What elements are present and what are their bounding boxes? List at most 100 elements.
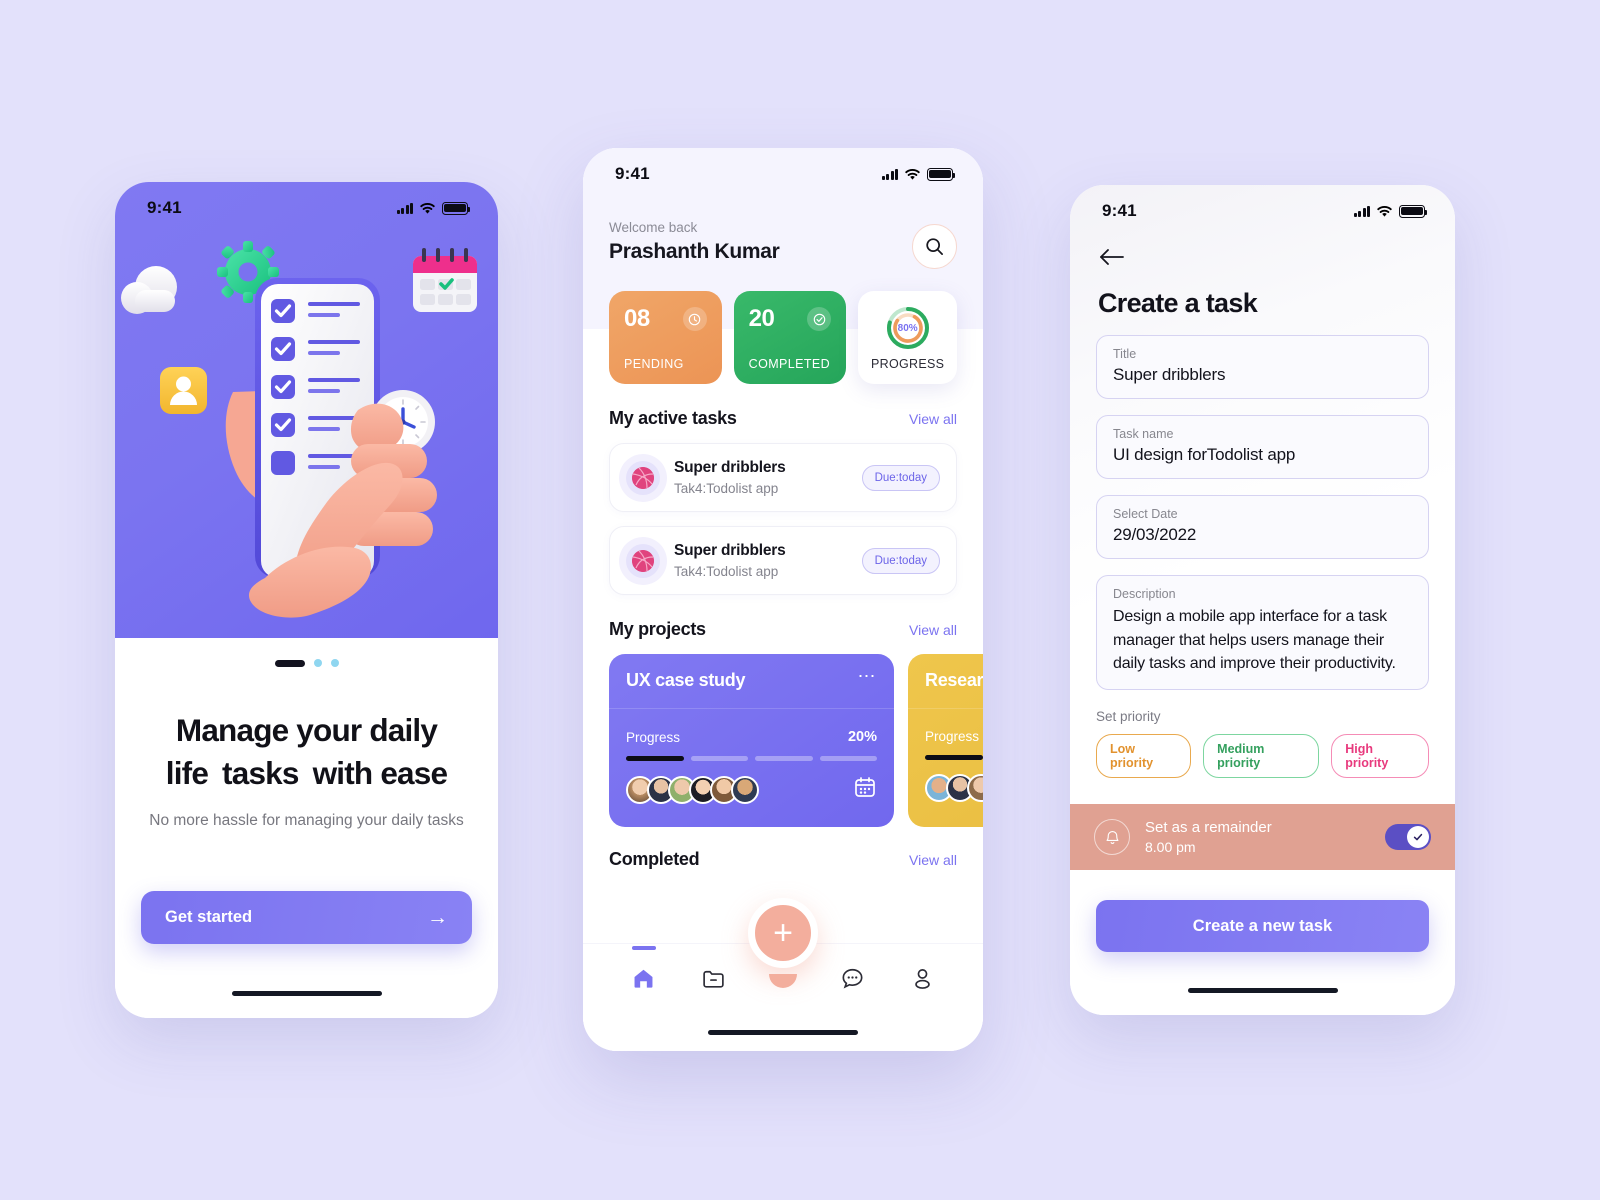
- reminder-toggle[interactable]: [1385, 824, 1431, 851]
- check-icon: [1413, 833, 1423, 841]
- stats-row: 08 PENDING 20 COMPLETED 80% PROGRESS: [583, 269, 983, 384]
- title-line-1: Manage your daily: [175, 712, 438, 748]
- search-button[interactable]: [912, 224, 957, 269]
- priority-low-button[interactable]: Low priority: [1096, 734, 1192, 779]
- projects-heading: My projects: [609, 619, 706, 639]
- arrow-left-icon: [1100, 249, 1124, 265]
- title-field-value: Super dribblers: [1113, 365, 1226, 384]
- task-subtitle: Tak4:Todolist app: [674, 481, 779, 496]
- reminder-title: Set as a remainder: [1145, 819, 1272, 837]
- select-date-field-label: Select Date: [1113, 507, 1178, 521]
- battery-full-icon: [927, 167, 956, 181]
- arrow-right-icon: →: [427, 905, 448, 929]
- home-icon: [634, 969, 653, 988]
- task-row[interactable]: Super dribblers Tak4:Todolist app Due:to…: [609, 526, 957, 595]
- task-title: Super dribblers: [674, 459, 786, 476]
- task-name-field[interactable]: Task name UI design forTodolist app: [1096, 415, 1429, 479]
- title-field-label: Title: [1113, 347, 1137, 361]
- hero-illustration: [121, 241, 477, 618]
- project-progress-label: Progress: [925, 729, 980, 744]
- stat-progress-label: PROGRESS: [871, 357, 945, 371]
- tab-folder[interactable]: [693, 960, 733, 996]
- home-header: 9:41 Welcome back Prashanth Kumar 08 PEN…: [583, 148, 983, 384]
- welcome-greeting: Welcome back: [609, 220, 698, 235]
- tab-profile[interactable]: [902, 960, 942, 996]
- onboarding-hero: 9:41: [115, 182, 498, 638]
- search-icon: [926, 238, 943, 255]
- stat-card-pending[interactable]: 08 PENDING: [609, 291, 722, 384]
- task-subtitle: Tak4:Todolist app: [674, 564, 779, 579]
- task-due-badge[interactable]: Due:today: [861, 464, 940, 491]
- more-horizontal-icon[interactable]: ⋯: [858, 667, 878, 684]
- progress-segments: [925, 755, 983, 760]
- priority-medium-button[interactable]: Medium priority: [1203, 734, 1320, 779]
- add-task-fab[interactable]: +: [748, 898, 818, 968]
- description-field-label: Description: [1113, 587, 1176, 601]
- task-due-badge[interactable]: Due:today: [861, 547, 940, 574]
- tab-home[interactable]: [624, 946, 664, 996]
- select-date-field-value: 29/03/2022: [1113, 525, 1197, 544]
- cellular-signal-icon: [1353, 205, 1370, 217]
- priority-options: Low priority Medium priority High priori…: [1096, 734, 1429, 779]
- tab-chat[interactable]: [833, 960, 873, 996]
- stat-completed-value: 20: [748, 305, 775, 332]
- phone-create-task: 9:41 Create a task Title Super dribblers…: [1070, 185, 1455, 1015]
- priority-high-button[interactable]: High priority: [1331, 734, 1429, 779]
- active-tasks-view-all[interactable]: View all: [909, 411, 957, 427]
- stat-card-completed[interactable]: 20 COMPLETED: [733, 291, 847, 384]
- project-name: UX case study: [626, 670, 746, 690]
- contact-icon: [160, 367, 207, 414]
- projects-view-all[interactable]: View all: [909, 622, 957, 638]
- stat-completed-label: COMPLETED: [748, 357, 831, 371]
- pagination-dot-2[interactable]: [313, 659, 322, 667]
- project-progress-value: 20%: [847, 729, 877, 745]
- project-card[interactable]: UX case study ⋯ Progress 20%: [609, 654, 894, 827]
- status-bar: 9:41: [583, 148, 983, 194]
- page-title: Manage your daily life tasks with ease: [115, 709, 498, 796]
- bottom-tab-bar: +: [583, 898, 983, 1051]
- task-title: Super dribblers: [674, 542, 786, 559]
- wifi-icon: [1377, 205, 1392, 217]
- check-circle-icon: [807, 307, 832, 331]
- reminder-time: 8.00 pm: [1145, 839, 1196, 856]
- get-started-label: Get started: [165, 908, 253, 926]
- stat-pending-label: PENDING: [624, 357, 684, 371]
- project-card[interactable]: Research ⋯ Progress: [908, 654, 983, 827]
- project-members: [626, 775, 759, 804]
- title-field[interactable]: Title Super dribblers: [1096, 335, 1429, 399]
- description-field[interactable]: Description Design a mobile app interfac…: [1096, 575, 1429, 691]
- back-button[interactable]: [1098, 247, 1130, 272]
- status-time: 9:41: [615, 164, 650, 183]
- welcome-block: Welcome back Prashanth Kumar: [583, 194, 983, 269]
- active-tasks-heading: My active tasks: [609, 408, 737, 428]
- task-row[interactable]: Super dribblers Tak4:Todolist app Due:to…: [609, 443, 957, 512]
- select-date-field[interactable]: Select Date 29/03/2022: [1096, 495, 1429, 559]
- onboarding-content: Manage your daily life tasks with ease N…: [115, 638, 498, 1018]
- completed-view-all[interactable]: View all: [909, 852, 957, 868]
- get-started-button[interactable]: Get started →: [141, 891, 472, 944]
- pagination-dots[interactable]: [115, 638, 498, 667]
- project-progress-label: Progress: [626, 729, 681, 745]
- stat-pending-value: 08: [624, 305, 650, 332]
- create-new-task-button[interactable]: Create a new task: [1096, 900, 1429, 953]
- battery-full-icon: [1399, 204, 1428, 218]
- dribbble-icon: [626, 460, 660, 495]
- title-highlight: tasks: [216, 752, 305, 795]
- progress-segments: [626, 756, 877, 761]
- stat-card-progress[interactable]: 80% PROGRESS: [858, 291, 958, 384]
- pagination-dot-3[interactable]: [330, 659, 339, 667]
- pagination-dot-1[interactable]: [274, 659, 305, 667]
- status-time: 9:41: [1102, 201, 1137, 220]
- projects-carousel[interactable]: UX case study ⋯ Progress 20% Resear Prog…: [583, 640, 983, 827]
- cellular-signal-icon: [881, 168, 898, 180]
- canvas: 9:41 Manage your daily life tasks with e…: [0, 0, 1600, 1200]
- task-name-field-label: Task name: [1113, 427, 1174, 441]
- calendar-icon[interactable]: [853, 775, 877, 804]
- progress-ring-icon: 80%: [885, 305, 931, 351]
- title-line-2-post: with ease: [312, 755, 448, 792]
- home-indicator: [231, 991, 382, 996]
- plus-icon: +: [773, 913, 793, 952]
- avatar: [731, 775, 759, 804]
- progress-percent: 80%: [897, 322, 918, 334]
- project-name: Research: [925, 670, 983, 690]
